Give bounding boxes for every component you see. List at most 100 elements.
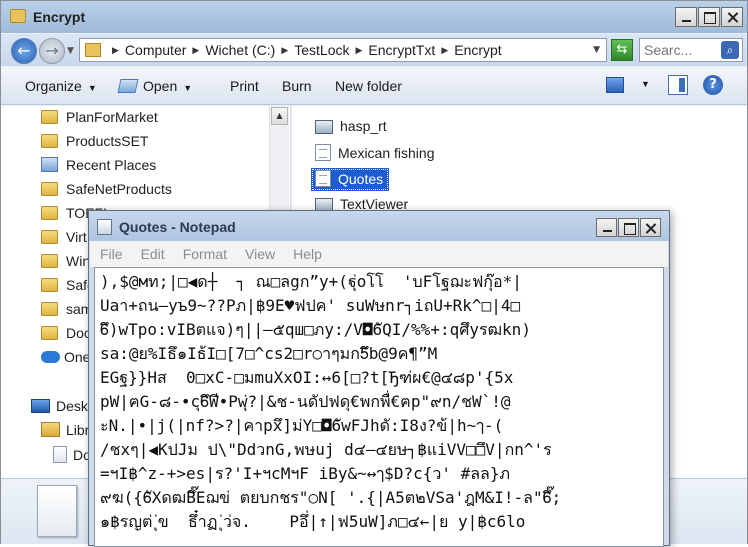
text-file-icon (315, 144, 331, 161)
burn-button[interactable]: Burn (282, 78, 312, 94)
nav-item[interactable]: Virt (41, 229, 87, 253)
menu-view[interactable]: View (245, 246, 275, 267)
folder-icon (41, 326, 58, 340)
address-dropdown[interactable]: ▼ (593, 45, 600, 55)
text-line: ะN.|•|j(|nf?>?|คาpxึ]ม่Y□◘6ัwFJhดั:I8ง?ข… (100, 416, 504, 435)
text-file-icon (315, 170, 331, 187)
folder-icon (41, 182, 58, 196)
nav-item[interactable]: Do (53, 446, 91, 470)
breadcrumb-encrypt[interactable]: Encrypt (454, 42, 501, 58)
nav-item-label: Win (66, 253, 91, 269)
chevron-down-icon: ▼ (87, 83, 97, 93)
nav-item[interactable]: Safe (41, 277, 95, 301)
folder-icon (41, 134, 58, 148)
new-folder-button[interactable]: New folder (335, 78, 402, 94)
explorer-window-controls (674, 7, 743, 27)
file-thumbnail-icon (37, 485, 77, 537)
minimize-button[interactable] (596, 218, 617, 237)
recent-pages-dropdown[interactable]: ▼ (67, 46, 74, 56)
open-button[interactable]: Open ▼ (117, 78, 193, 94)
forward-button[interactable]: → (39, 38, 65, 64)
libraries-icon (41, 422, 60, 437)
search-icon[interactable]: ⌕ (721, 41, 739, 59)
text-line: sa:@ย%Iธึ๑Iธ้I□[7□^cs2□r○าๆมก5ึb@9ค¶”M (100, 344, 438, 363)
notepad-window-controls (595, 218, 661, 237)
command-bar: Organize ▼ Open ▼ Print Burn New folder ▼ … (1, 67, 747, 105)
breadcrumb-drive[interactable]: Wichet (C:) (205, 42, 275, 58)
nav-item[interactable]: Win (41, 253, 90, 277)
menu-file[interactable]: File (100, 246, 123, 267)
print-button[interactable]: Print (230, 78, 259, 94)
menu-edit[interactable]: Edit (141, 246, 165, 267)
nav-item[interactable]: Doc (41, 325, 91, 349)
maximize-button[interactable] (698, 7, 720, 27)
refresh-button[interactable]: ⇆ (611, 39, 633, 61)
nav-item-label: Recent Places (66, 157, 157, 173)
nav-item[interactable]: PlanForMarket (41, 109, 158, 133)
open-label: Open (143, 78, 178, 94)
scroll-up-button[interactable]: ▲ (271, 107, 288, 125)
refresh-icon: ⇆ (616, 42, 628, 57)
open-icon (117, 79, 139, 93)
breadcrumb-testlock[interactable]: TestLock (294, 42, 349, 58)
executable-icon (315, 120, 333, 134)
nav-item[interactable]: sam (41, 301, 92, 325)
address-bar[interactable]: ▶ Computer ▶ Wichet (C:) ▶ TestLock ▶ En… (79, 38, 607, 62)
notepad-title-bar[interactable]: Quotes - Notepad (89, 211, 669, 241)
file-item[interactable]: Mexican fishing (311, 142, 441, 165)
nav-item[interactable]: ProductsSET (41, 133, 148, 157)
nav-item[interactable]: Recent Places (41, 157, 156, 181)
breadcrumb: ▶ Computer ▶ Wichet (C:) ▶ TestLock ▶ En… (106, 42, 502, 58)
nav-item[interactable]: Desk (31, 398, 88, 422)
help-icon[interactable]: ? (703, 75, 723, 95)
notepad-text-area[interactable]: ),$@мท;|□◀ด┼ ┐ ณ□ลgก”y+(ฐุ่oโโ 'บFโฐฌะฟก… (94, 267, 664, 547)
notepad-window-title: Quotes - Notepad (119, 219, 236, 235)
text-line: ๑฿รญต่ ุ่ข ธึ๋าฏ ุ่ว่จ. Pอึ่|↑|ฟ5uW]ภ□๔←… (100, 512, 526, 531)
chevron-down-icon: ▼ (183, 83, 193, 93)
close-button[interactable] (640, 218, 661, 237)
notepad-icon (97, 219, 112, 235)
search-input[interactable] (644, 42, 716, 58)
nav-item-label: Libr (66, 422, 90, 438)
minimize-button[interactable] (675, 7, 697, 27)
nav-item-label: One (64, 349, 91, 365)
recent-places-icon (41, 157, 58, 172)
forward-arrow-icon: → (45, 41, 59, 60)
file-item[interactable]: hasp_rt (311, 116, 393, 139)
maximize-button[interactable] (618, 218, 639, 237)
nav-item-label: Virt (66, 229, 87, 245)
text-line: pW|ฅG-๘-•cุ6ึWี•Pwุ่?|&ช-นดัปฟดุ€พกพื่€ฅ… (100, 392, 511, 411)
search-box[interactable]: ⌕ (639, 38, 743, 62)
organize-button[interactable]: Organize ▼ (25, 78, 97, 94)
change-view-button[interactable] (604, 75, 630, 95)
breadcrumb-encrypttxt[interactable]: EncryptTxt (368, 42, 435, 58)
desktop-icon (31, 399, 50, 413)
nav-item[interactable]: SafeNetProducts (41, 181, 172, 205)
chevron-right-icon[interactable]: ▶ (355, 45, 362, 58)
close-button[interactable] (721, 7, 743, 27)
notepad-window: Quotes - Notepad File Edit Format View H… (88, 210, 670, 547)
file-item-selected[interactable]: Quotes (311, 168, 390, 191)
breadcrumb-computer[interactable]: Computer (125, 42, 186, 58)
text-line: =ฯI฿^z-+>es|ร?'I+ฯcMฯF iBy&~↔ๅ$D?c{ว' #ล… (100, 464, 511, 483)
chevron-right-icon[interactable]: ▶ (192, 45, 199, 58)
folder-icon (41, 254, 58, 268)
folder-icon (41, 278, 58, 292)
back-button[interactable]: ← (11, 38, 37, 64)
organize-label: Organize (25, 78, 82, 94)
explorer-title-bar[interactable]: Encrypt (1, 1, 747, 33)
text-line: ๙ฆ({6ัXดฒBึ๊Eฌข่ ตยบกชร"○N[ '.{|A5ต๒VSa'… (100, 488, 562, 507)
chevron-right-icon[interactable]: ▶ (112, 45, 119, 58)
nav-item[interactable]: One (41, 349, 90, 373)
preview-pane-icon[interactable] (668, 75, 688, 95)
documents-icon (53, 446, 67, 463)
nav-item[interactable]: Libr (41, 422, 89, 446)
menu-format[interactable]: Format (183, 246, 227, 267)
nav-item-label: Desk (56, 398, 88, 414)
back-arrow-icon: ← (17, 41, 31, 60)
onedrive-icon (41, 351, 60, 363)
view-options-dropdown[interactable]: ▼ (641, 79, 650, 89)
chevron-right-icon[interactable]: ▶ (441, 45, 448, 58)
chevron-right-icon[interactable]: ▶ (281, 45, 288, 58)
menu-help[interactable]: Help (293, 246, 322, 267)
